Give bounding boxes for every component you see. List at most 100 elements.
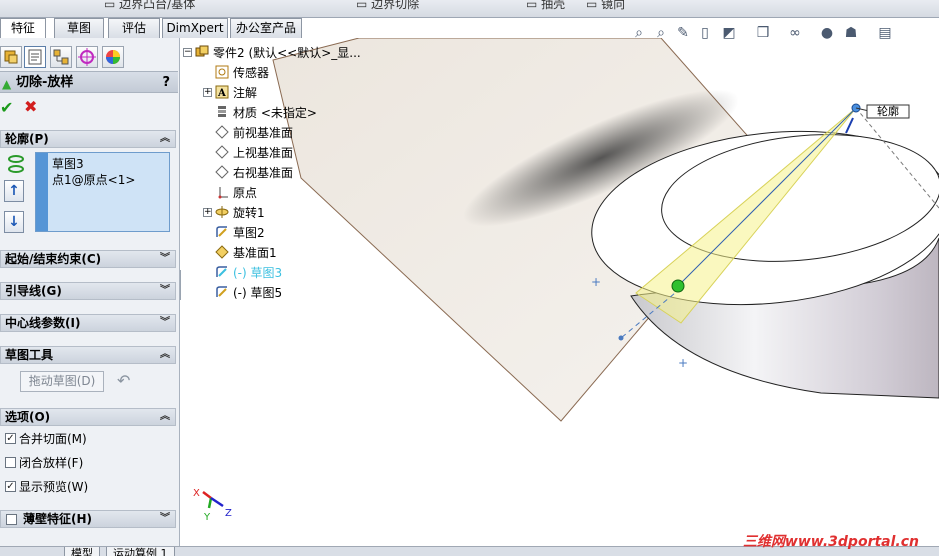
tree-item-front-plane[interactable]: 前视基准面 bbox=[215, 124, 293, 142]
tree-expand-button[interactable]: + bbox=[203, 208, 212, 217]
chevron-down-icon: ︾ bbox=[160, 285, 170, 296]
sensor-icon bbox=[215, 65, 229, 79]
tab-model[interactable]: 模型 bbox=[64, 547, 100, 556]
tree-root-part[interactable]: 零件2 (默认<<默认>_显... bbox=[195, 44, 361, 62]
sketch-icon bbox=[215, 285, 229, 299]
boundary-cut-button[interactable]: ▭ 边界切除 bbox=[356, 0, 419, 12]
svg-text:A: A bbox=[217, 88, 226, 99]
checkbox-label: 显示预览(W) bbox=[19, 480, 89, 494]
origin-icon bbox=[215, 185, 229, 199]
triad-z-label: Z bbox=[225, 508, 232, 519]
sketch-endpoint[interactable] bbox=[618, 335, 624, 341]
tab-motion-study[interactable]: 运动算例 1 bbox=[106, 547, 175, 556]
profile-icon bbox=[6, 154, 26, 179]
tab-evaluate[interactable]: 评估 bbox=[108, 18, 160, 38]
shell-button[interactable]: ▭ 抽壳 bbox=[526, 0, 565, 12]
undo-icon[interactable]: ↶ bbox=[117, 371, 130, 390]
tab-dimxpert[interactable]: DimXpert bbox=[162, 18, 228, 38]
profile-list[interactable]: 草图3 点1@原点<1> bbox=[35, 152, 170, 232]
tree-item-revolve1[interactable]: 旋转1 bbox=[215, 204, 265, 222]
feature-tree-icon bbox=[4, 50, 18, 64]
checkbox-label: 合并切面(M) bbox=[19, 432, 87, 446]
show-preview-checkbox[interactable]: ✓ bbox=[5, 481, 16, 492]
start-end-constraints-header[interactable]: 起始/结束约束(C) ︾ bbox=[0, 250, 176, 268]
tab-office-products[interactable]: 办公室产品 bbox=[230, 18, 302, 38]
tree-item-sketch3[interactable]: (-) 草图3 bbox=[215, 264, 282, 282]
view-settings-icon[interactable]: ▤ bbox=[876, 24, 894, 42]
move-up-button[interactable]: ↑ bbox=[4, 180, 24, 202]
view-orientation-icon[interactable]: ◩ bbox=[720, 24, 738, 42]
tree-item-annotations[interactable]: A 注解 bbox=[215, 84, 257, 102]
plane-icon bbox=[215, 245, 229, 259]
previous-view-icon[interactable]: ✎ bbox=[674, 24, 692, 42]
property-manager-panel: ▲ 切除-放样 ? ✔ ✖ 轮廓(P) ︽ ↑ ↓ 草图3 点1@原点<1> 起… bbox=[0, 38, 180, 546]
direction-arrow bbox=[845, 117, 854, 134]
property-manager-tab[interactable] bbox=[24, 46, 46, 68]
tree-item-sketch2[interactable]: 草图2 bbox=[215, 224, 265, 242]
display-manager-tab[interactable] bbox=[102, 46, 124, 68]
tree-item-right-plane[interactable]: 右视基准面 bbox=[215, 164, 293, 182]
feature-manager-tab[interactable] bbox=[0, 46, 22, 68]
mirror-icon: ▭ bbox=[586, 0, 598, 11]
configuration-icon bbox=[53, 49, 69, 65]
tree-item-sensors[interactable]: 传感器 bbox=[215, 64, 269, 82]
options-header[interactable]: 选项(O) ︽ bbox=[0, 408, 176, 426]
edit-appearance-icon[interactable]: ● bbox=[818, 24, 836, 42]
tree-item-sketch5[interactable]: (-) 草图5 bbox=[215, 284, 282, 302]
guide-curves-header[interactable]: 引导线(G) ︾ bbox=[0, 282, 176, 300]
tree-item-origin[interactable]: 原点 bbox=[215, 184, 257, 202]
manager-tabs bbox=[0, 46, 178, 68]
tab-features[interactable]: 特征 bbox=[0, 18, 46, 39]
thin-feature-checkbox[interactable] bbox=[6, 514, 17, 525]
sketch-icon bbox=[215, 265, 229, 279]
chevron-up-icon: ︽ bbox=[160, 411, 170, 422]
ok-button[interactable]: ✔ bbox=[0, 98, 13, 117]
plane-icon bbox=[215, 165, 229, 179]
profile-group-header[interactable]: 轮廓(P) ︽ bbox=[0, 130, 176, 148]
help-button[interactable]: ? bbox=[162, 72, 170, 93]
display-style-icon[interactable]: ❒ bbox=[754, 24, 772, 42]
configuration-manager-tab[interactable] bbox=[50, 46, 72, 68]
tree-item-material[interactable]: 材质 <未指定> bbox=[215, 104, 317, 122]
reference-triad: X Y Z bbox=[193, 488, 232, 523]
revolve-icon bbox=[215, 205, 229, 219]
chevron-up-icon: ︽ bbox=[160, 349, 170, 360]
watermark: 三维网www.3dportal.cn bbox=[742, 534, 919, 550]
drag-sketch-button[interactable]: 拖动草图(D) bbox=[20, 371, 104, 392]
close-loft-checkbox[interactable] bbox=[5, 457, 16, 468]
tree-collapse-button[interactable]: − bbox=[183, 48, 192, 57]
move-down-button[interactable]: ↓ bbox=[4, 211, 24, 233]
boundary-boss-icon: ▭ bbox=[104, 0, 116, 11]
cut-loft-icon: ▲ bbox=[2, 77, 12, 91]
property-manager-title: ▲ 切除-放样 ? bbox=[0, 71, 178, 93]
triad-y-label: Y bbox=[203, 512, 211, 523]
plane-icon bbox=[215, 125, 229, 139]
merge-tangent-faces-checkbox[interactable]: ✓ bbox=[5, 433, 16, 444]
crosshair-icon bbox=[78, 48, 96, 66]
mirror-button[interactable]: ▭ 镜向 bbox=[586, 0, 625, 12]
cancel-button[interactable]: ✖ bbox=[24, 97, 37, 116]
list-item[interactable]: 草图3 bbox=[52, 155, 84, 172]
plane-icon bbox=[215, 145, 229, 159]
thin-feature-header[interactable]: 薄壁特征(H) ︾ bbox=[0, 510, 176, 528]
sketch-tools-header[interactable]: 草图工具 ︽ bbox=[0, 346, 176, 364]
apply-scene-icon[interactable]: ☗ bbox=[842, 24, 860, 42]
zoom-area-icon[interactable]: ⌕ bbox=[652, 24, 670, 42]
centerline-parameters-header[interactable]: 中心线参数(I) ︾ bbox=[0, 314, 176, 332]
section-view-icon[interactable]: ▯ bbox=[696, 24, 714, 42]
zoom-to-fit-icon[interactable]: ⌕ bbox=[630, 24, 648, 42]
tree-item-top-plane[interactable]: 上视基准面 bbox=[215, 144, 293, 162]
arrow-down-icon: ↓ bbox=[8, 214, 20, 230]
sketch-point-green[interactable] bbox=[671, 279, 685, 293]
boundary-boss-button[interactable]: ▭ 边界凸台/基体 bbox=[104, 0, 195, 12]
chevron-down-icon: ︾ bbox=[160, 513, 170, 524]
list-item[interactable]: 点1@原点<1> bbox=[52, 171, 135, 188]
tree-expand-button[interactable]: + bbox=[203, 88, 212, 97]
chevron-up-icon: ︽ bbox=[160, 133, 170, 144]
tab-sketch[interactable]: 草图 bbox=[54, 18, 104, 38]
dimxpert-manager-tab[interactable] bbox=[76, 46, 98, 68]
tree-item-plane1[interactable]: 基准面1 bbox=[215, 244, 277, 262]
arrow-up-icon: ↑ bbox=[8, 183, 20, 199]
property-manager-icon bbox=[28, 49, 42, 65]
hide-show-items-icon[interactable]: ∞ bbox=[786, 24, 804, 42]
